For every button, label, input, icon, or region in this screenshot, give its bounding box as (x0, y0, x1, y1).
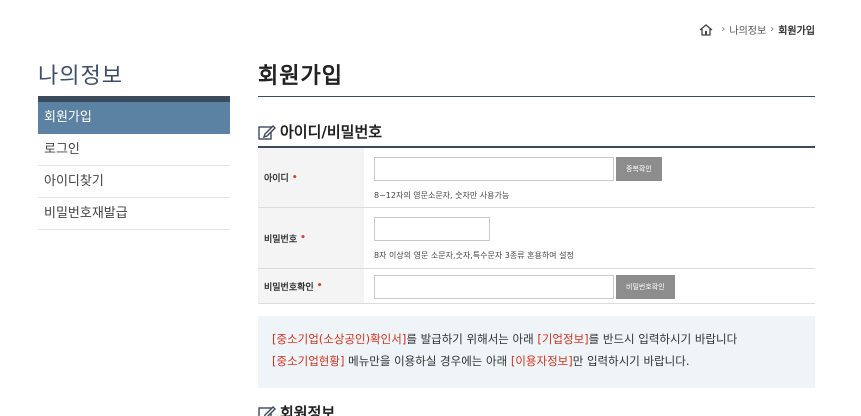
notice-line-2: [중소기업현황] 메뉴만을 이용하실 경우에는 아래 [이용자정보]만 입력하시… (272, 350, 801, 372)
password-cell: 8자 이상의 영문 소문자,숫자,특수문자 3종류 혼용하여 설정 (364, 208, 815, 268)
id-label-text: 아이디 (264, 174, 289, 184)
notice-text: 메뉴만을 이용하실 경우에는 아래 (344, 354, 511, 368)
breadcrumb: › 나의정보 › 회원가입 (699, 22, 815, 37)
password-label-text: 비밀번호 (264, 234, 298, 245)
sidebar-item-signup[interactable]: 회원가입 (38, 102, 230, 134)
section-title-member-info: 회원정보 (258, 402, 335, 416)
notice-highlight: [이용자정보] (510, 354, 573, 368)
account-form: 아이디 • 중복확인 8~12자의 영문소문자, 숫자만 사용가능 비밀번호 •… (258, 146, 815, 304)
sidebar-nav: 회원가입 로그인 아이디찾기 비밀번호재발급 (38, 96, 230, 230)
password-confirm-group: 비밀번호확인 (374, 275, 815, 299)
id-label: 아이디 • (258, 148, 364, 207)
notice-text: 를 발급하기 위해서는 아래 (406, 332, 538, 346)
form-row-password-confirm: 비밀번호확인 • 비밀번호확인 (258, 269, 815, 304)
password-confirm-label: 비밀번호확인 • (258, 269, 364, 303)
notice-text: 를 반드시 입력하시기 바랍니다 (588, 332, 738, 346)
notice-line-1: [중소기업(소상공인)확인서]를 발급하기 위해서는 아래 [기업정보]를 반드… (272, 328, 801, 350)
sidebar-item-login[interactable]: 로그인 (38, 134, 230, 166)
sidebar-title: 나의정보 (38, 64, 123, 89)
id-input-group: 중복확인 (374, 157, 815, 181)
breadcrumb-separator: › (721, 24, 726, 35)
title-divider (258, 96, 815, 97)
sidebar-item-reset-password[interactable]: 비밀번호재발급 (38, 198, 230, 230)
password-help-text: 8자 이상의 영문 소문자,숫자,특수문자 3종류 혼용하여 설정 (374, 251, 574, 260)
breadcrumb-item-myinfo[interactable]: 나의정보 (729, 22, 766, 37)
form-row-password: 비밀번호 • 8자 이상의 영문 소문자,숫자,특수문자 3종류 혼용하여 설정 (258, 208, 815, 269)
id-check-button[interactable]: 중복확인 (616, 157, 662, 181)
edit-icon (258, 124, 276, 140)
section-title-account: 아이디/비밀번호 (258, 121, 382, 142)
password-input[interactable] (374, 217, 490, 241)
section-title-text: 아이디/비밀번호 (280, 123, 383, 141)
id-help-text: 8~12자의 영문소문자, 숫자만 사용가능 (374, 191, 510, 200)
password-confirm-label-text: 비밀번호확인 (264, 282, 314, 293)
sidebar-item-find-id[interactable]: 아이디찾기 (38, 166, 230, 198)
password-confirm-button[interactable]: 비밀번호확인 (616, 275, 675, 299)
required-mark: • (300, 233, 306, 243)
section-title-text: 회원정보 (280, 404, 336, 416)
home-icon[interactable] (699, 23, 713, 36)
password-label: 비밀번호 • (258, 208, 364, 268)
id-input[interactable] (374, 157, 614, 181)
page-title: 회원가입 (258, 64, 343, 89)
notice-text: 만 입력하시기 바랍니다. (572, 354, 690, 368)
breadcrumb-separator: › (770, 24, 775, 35)
id-cell: 중복확인 8~12자의 영문소문자, 숫자만 사용가능 (364, 148, 815, 207)
notice-highlight: [중소기업현황] (272, 354, 345, 368)
notice-highlight: [중소기업(소상공인)확인서] (272, 332, 407, 346)
password-confirm-input[interactable] (374, 275, 614, 299)
breadcrumb-item-current: 회원가입 (778, 26, 815, 37)
password-confirm-cell: 비밀번호확인 (364, 269, 815, 303)
edit-icon (258, 405, 276, 416)
notice-highlight: [기업정보] (537, 332, 589, 346)
required-mark: • (316, 281, 323, 291)
notice-box: [중소기업(소상공인)확인서]를 발급하기 위해서는 아래 [기업정보]를 반드… (258, 316, 815, 388)
required-mark: • (291, 172, 298, 183)
form-row-id: 아이디 • 중복확인 8~12자의 영문소문자, 숫자만 사용가능 (258, 148, 815, 208)
